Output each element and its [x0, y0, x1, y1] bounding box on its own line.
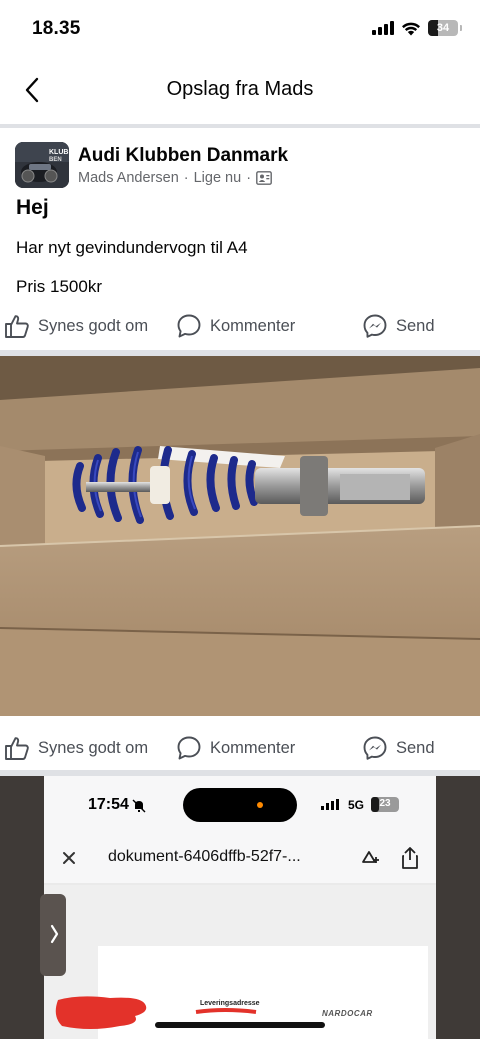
- svg-text:KLUB: KLUB: [49, 149, 68, 156]
- send-label: Send: [396, 316, 435, 335]
- comment-button[interactable]: Kommenter: [176, 306, 295, 346]
- post-actions: Synes godt om Kommenter Send: [0, 728, 480, 768]
- divider: [0, 124, 480, 128]
- thumbs-up-icon: [5, 737, 29, 760]
- messenger-icon: [363, 314, 387, 338]
- send-label: Send: [396, 738, 435, 757]
- thumbs-up-icon: [5, 315, 29, 338]
- embedded-time: 17:54: [88, 796, 129, 813]
- send-button[interactable]: Send: [362, 306, 435, 346]
- status-icons: 34: [372, 20, 462, 36]
- battery-icon: 34: [428, 20, 458, 36]
- post-photo-screenshot[interactable]: 17:54 5G 23 dokument-6406dffb-52f7-... L…: [0, 776, 480, 1039]
- comment-label: Kommenter: [210, 738, 296, 757]
- post-title: Hej: [16, 196, 49, 219]
- embedded-network: 5G: [348, 798, 365, 812]
- bell-muted-icon: [132, 799, 146, 813]
- battery-tip: [460, 25, 462, 31]
- cellular-signal-icon: [372, 21, 394, 35]
- group-avatar[interactable]: KLUB BEN: [15, 142, 69, 188]
- embedded-delivery-label: Leveringsadresse: [200, 1000, 260, 1007]
- group-name[interactable]: Audi Klubben Danmark: [78, 145, 288, 167]
- embedded-doc-title: dokument-6406dffb-52f7-...: [108, 848, 301, 865]
- page-title: Opslag fra Mads: [166, 78, 314, 100]
- wifi-icon: [402, 22, 420, 35]
- like-label: Synes godt om: [38, 316, 149, 335]
- svg-text:BEN: BEN: [49, 157, 62, 163]
- coilover-photo: [0, 356, 480, 716]
- like-button[interactable]: Synes godt om: [4, 306, 148, 346]
- embedded-brand: NARDOCAR: [322, 1009, 373, 1018]
- meta-separator: ·: [246, 170, 252, 186]
- comment-icon: [177, 314, 201, 338]
- messenger-icon: [363, 736, 387, 760]
- post-photo[interactable]: [0, 356, 480, 716]
- status-time: 18.35: [32, 18, 81, 39]
- battery-level: 34: [436, 22, 450, 34]
- author-name[interactable]: Mads Andersen: [78, 170, 179, 186]
- post-actions: Synes godt om Kommenter Send: [0, 306, 480, 346]
- embedded-battery: 23: [379, 798, 391, 809]
- members-icon: [256, 171, 272, 185]
- like-button[interactable]: Synes godt om: [4, 728, 148, 768]
- like-label: Synes godt om: [38, 738, 149, 757]
- post-meta: Mads Andersen · Lige nu ·: [78, 170, 272, 186]
- comment-label: Kommenter: [210, 316, 296, 335]
- comment-button[interactable]: Kommenter: [176, 728, 295, 768]
- post-text-line: Pris 1500kr: [16, 277, 102, 296]
- home-indicator: [155, 1022, 325, 1028]
- send-button[interactable]: Send: [362, 728, 435, 768]
- group-avatar-image: KLUB BEN: [15, 142, 69, 188]
- post-time[interactable]: Lige nu: [194, 170, 242, 186]
- meta-separator: ·: [183, 170, 189, 186]
- comment-icon: [177, 736, 201, 760]
- status-bar: 18.35 34: [0, 0, 480, 56]
- nav-header: Opslag fra Mads: [0, 62, 480, 118]
- post-text-line: Har nyt gevindundervogn til A4: [16, 238, 248, 257]
